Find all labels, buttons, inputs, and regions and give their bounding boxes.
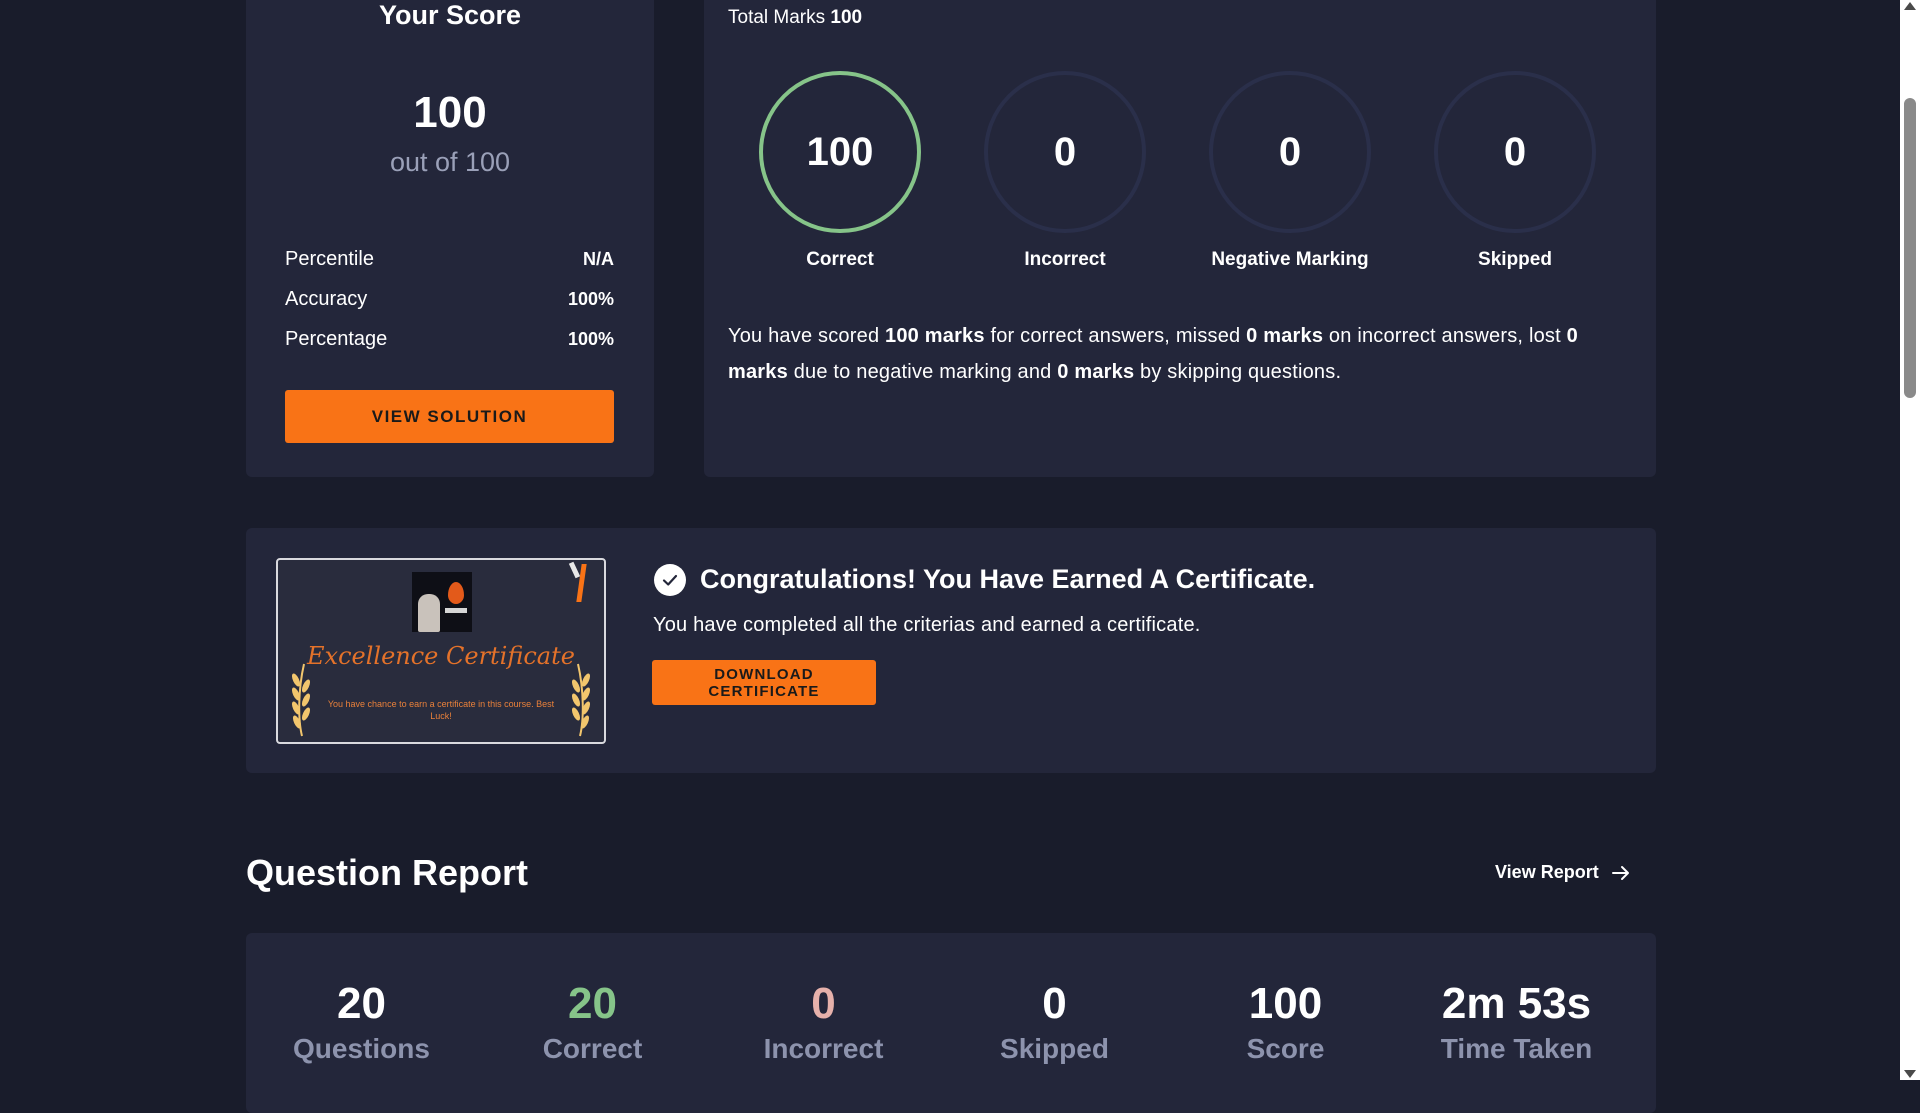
view-report-label: View Report [1495, 862, 1599, 882]
report-stat-label: Skipped [1000, 1033, 1109, 1064]
negative-marking-ring: 0 [1209, 71, 1371, 233]
stat-label: Percentile [285, 247, 374, 270]
circle-label: Correct [806, 249, 874, 270]
score-title: Your Score [378, 0, 522, 30]
report-stat-label: Score [1246, 1033, 1325, 1064]
total-marks-value: 100 [830, 7, 863, 28]
circle-label: Skipped [1478, 249, 1552, 270]
report-stat-label: Questions [293, 1033, 430, 1064]
marks-summary: You have scored 100 marks for correct an… [728, 318, 1616, 390]
stat-value: N/A [583, 248, 614, 269]
stat-row-percentage: Percentage 100% [285, 324, 614, 354]
stat-row-percentile: Percentile N/A [285, 244, 614, 274]
score-card: Your Score 100 out of 100 Percentile N/A… [246, 0, 654, 477]
scroll-up-arrow-icon[interactable] [1904, 2, 1916, 10]
stat-row-accuracy: Accuracy 100% [285, 284, 614, 314]
stat-value: 100% [567, 328, 614, 349]
summary-strong: 0 marks [1057, 361, 1135, 383]
certificate-thumbnail[interactable]: Excellence Certificate You have chance t… [276, 558, 606, 744]
total-marks: Total Marks 100 [728, 7, 862, 29]
report-stat-skipped: 0 Skipped [939, 979, 1170, 1065]
circle-negative-marking: 0 Negative Marking [1205, 71, 1375, 271]
report-stat-label: Time Taken [1440, 1033, 1593, 1064]
certificate-title: Congratulations! You Have Earned A Certi… [700, 564, 1316, 594]
report-stat-label: Incorrect [763, 1033, 884, 1064]
check-circle-icon [654, 564, 686, 596]
view-report-link[interactable]: View Report [1495, 862, 1631, 883]
download-certificate-button[interactable]: DOWNLOAD CERTIFICATE [652, 660, 876, 705]
certificate-subtitle: You have completed all the criterias and… [653, 614, 1201, 636]
summary-strong: 100 marks [885, 325, 985, 347]
question-report-heading: Question Report [246, 852, 529, 893]
certificate-description: You have chance to earn a certificate in… [327, 699, 555, 721]
score-out-of: out of 100 [389, 147, 511, 177]
report-stat-value: 2m 53s [1441, 979, 1592, 1028]
circle-skipped: 0 Skipped [1430, 71, 1600, 271]
circle-correct: 100 Correct [755, 71, 925, 271]
circle-incorrect: 0 Incorrect [980, 71, 1150, 271]
report-stat-score: 100 Score [1170, 979, 1401, 1065]
incorrect-ring: 0 [984, 71, 1146, 233]
report-stat-value: 20 [337, 979, 386, 1028]
laurel-icon [571, 663, 591, 737]
scroll-down-arrow-icon[interactable] [1904, 1070, 1916, 1078]
score-value: 100 [413, 88, 487, 137]
total-marks-label: Total Marks [728, 7, 826, 28]
report-stat-value: 20 [568, 979, 617, 1028]
view-solution-button[interactable]: VIEW SOLUTION [285, 390, 614, 443]
circle-label: Negative Marking [1211, 249, 1369, 270]
report-stat-value: 0 [811, 979, 836, 1028]
report-stat-questions: 20 Questions [246, 979, 477, 1065]
summary-text: You have scored [728, 325, 886, 347]
arrow-right-icon [1611, 865, 1629, 880]
report-stat-incorrect: 0 Incorrect [708, 979, 939, 1065]
skipped-ring: 0 [1434, 71, 1596, 233]
correct-ring: 100 [759, 71, 921, 233]
summary-text: by skipping questions. [1134, 361, 1342, 383]
vertical-scrollbar[interactable] [1900, 0, 1920, 1080]
summary-strong: 0 marks [1246, 325, 1324, 347]
ribbon-icon [576, 564, 587, 602]
stat-label: Percentage [285, 327, 388, 350]
certificate-name: Excellence Certificate [307, 642, 575, 670]
marks-card: Total Marks 100 100 Correct 0 Incorrect … [704, 0, 1656, 477]
certificate-logo [412, 572, 472, 632]
summary-text: due to negative marking and [787, 361, 1058, 383]
report-stat-label: Correct [542, 1033, 643, 1064]
summary-text: for correct answers, missed [984, 325, 1247, 347]
summary-text: on incorrect answers, lost [1323, 325, 1567, 347]
report-stat-time-taken: 2m 53s Time Taken [1401, 979, 1632, 1065]
report-stat-value: 0 [1042, 979, 1067, 1028]
stat-label: Accuracy [285, 287, 368, 310]
stat-value: 100% [567, 288, 614, 309]
question-report-card: 20 Questions 20 Correct 0 Incorrect 0 Sk… [246, 933, 1656, 1113]
ribbon-icon [568, 561, 581, 579]
report-stat-correct: 20 Correct [477, 979, 708, 1065]
circle-label: Incorrect [1024, 249, 1106, 270]
certificate-card: Excellence Certificate You have chance t… [246, 528, 1656, 773]
laurel-icon [291, 663, 311, 737]
report-stat-value: 100 [1248, 979, 1323, 1028]
scrollbar-thumb[interactable] [1904, 98, 1916, 398]
